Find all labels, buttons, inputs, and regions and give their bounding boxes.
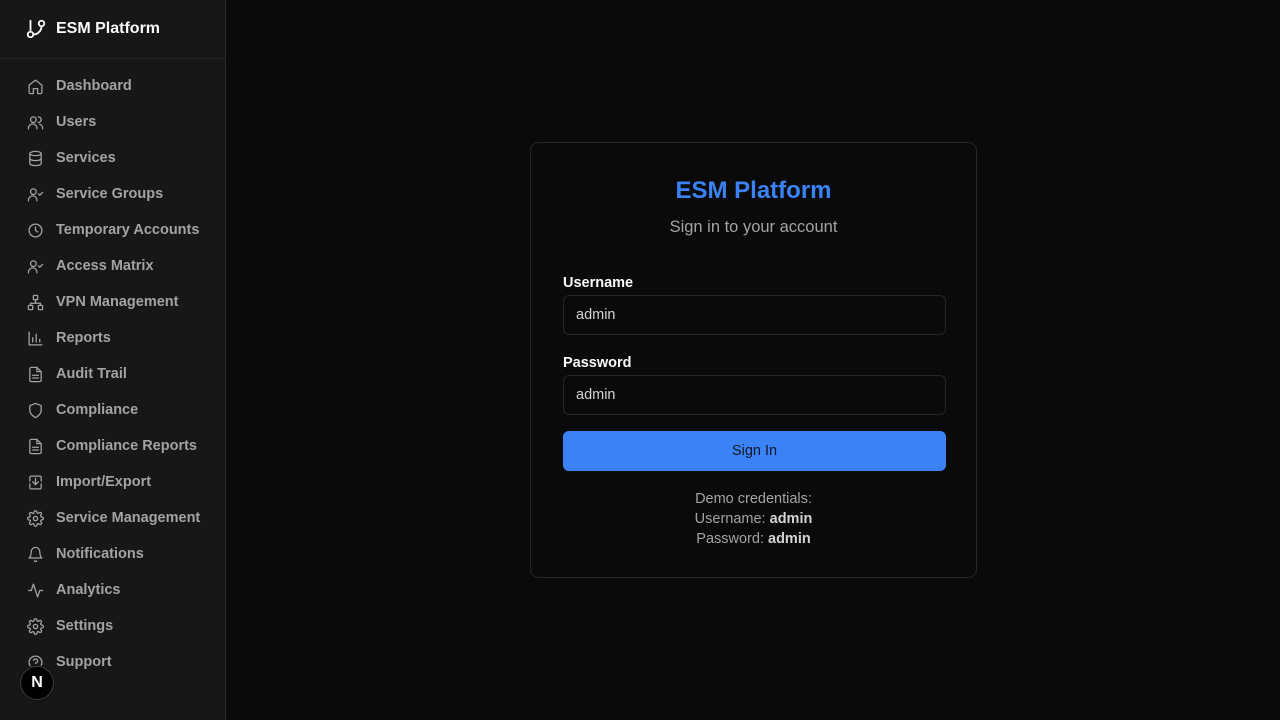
username-field[interactable] [563, 295, 946, 335]
sidebar-item-users[interactable]: Users [0, 104, 225, 140]
home-icon [27, 78, 44, 95]
network-icon [27, 294, 44, 311]
activity-icon [27, 582, 44, 599]
sidebar-item-label: Audit Trail [56, 366, 127, 382]
password-label: Password [563, 355, 632, 371]
sidebar-item-label: Support [56, 654, 112, 670]
sidebar-item-label: Dashboard [56, 78, 132, 94]
demo-username-value: admin [769, 511, 813, 527]
sidebar-nav: Dashboard Users Services Service Groups [0, 59, 225, 680]
sidebar-item-label: VPN Management [56, 294, 179, 310]
import-icon [27, 474, 44, 491]
sidebar-item-analytics[interactable]: Analytics [0, 572, 225, 608]
sidebar-item-label: Service Management [56, 510, 201, 526]
sidebar-item-compliance[interactable]: Compliance [0, 392, 225, 428]
sidebar: ESM Platform Dashboard Users Services Se… [0, 0, 226, 720]
sidebar-item-access-matrix[interactable]: Access Matrix [0, 248, 225, 284]
sidebar-item-vpn-management[interactable]: VPN Management [0, 284, 225, 320]
shield-icon [27, 402, 44, 419]
gear-icon [27, 509, 44, 527]
user-check-icon [27, 258, 44, 275]
sidebar-item-settings[interactable]: Settings [0, 608, 225, 644]
git-branch-icon [25, 18, 47, 40]
sidebar-item-label: Users [56, 114, 97, 130]
login-title: ESM Platform [675, 177, 832, 204]
demo-credentials: Demo credentials: Username: admin Passwo… [531, 489, 976, 549]
sidebar-item-label: Compliance [56, 402, 139, 418]
sidebar-item-label: Analytics [56, 582, 121, 598]
sidebar-item-service-groups[interactable]: Service Groups [0, 176, 225, 212]
demo-password-label: Password: [696, 531, 764, 547]
username-label: Username [563, 275, 634, 291]
sidebar-item-compliance-reports[interactable]: Compliance Reports [0, 428, 225, 464]
demo-username-label: Username: [694, 511, 766, 527]
sidebar-item-label: Import/Export [56, 474, 152, 490]
bar-chart-icon [27, 330, 44, 347]
login-subtitle: Sign in to your account [669, 218, 838, 236]
sidebar-item-label: Service Groups [56, 186, 164, 202]
password-field[interactable] [563, 375, 946, 415]
sidebar-item-label: Compliance Reports [56, 438, 197, 454]
demo-password-line: Password: admin [531, 529, 976, 549]
file-text-icon [27, 438, 44, 455]
sidebar-item-label: Settings [56, 618, 114, 634]
user-check-icon [27, 186, 44, 203]
users-icon [27, 114, 44, 131]
sidebar-item-reports[interactable]: Reports [0, 320, 225, 356]
sidebar-item-label: Notifications [56, 546, 144, 562]
sidebar-item-audit-trail[interactable]: Audit Trail [0, 356, 225, 392]
sidebar-item-dashboard[interactable]: Dashboard [0, 68, 225, 104]
demo-heading: Demo credentials: [695, 491, 812, 507]
bell-icon [27, 546, 44, 563]
sign-in-button[interactable]: Sign In [563, 431, 946, 471]
sidebar-item-services[interactable]: Services [0, 140, 225, 176]
sidebar-item-notifications[interactable]: Notifications [0, 536, 225, 572]
sidebar-item-label: Access Matrix [56, 258, 154, 274]
sidebar-item-temporary-accounts[interactable]: Temporary Accounts [0, 212, 225, 248]
sidebar-item-label: Temporary Accounts [56, 222, 200, 238]
dev-tools-badge[interactable]: N [20, 666, 54, 700]
gear-icon [27, 617, 44, 635]
dev-tools-badge-label: N [31, 674, 43, 691]
file-text-icon [27, 366, 44, 383]
brand[interactable]: ESM Platform [0, 0, 225, 59]
brand-title: ESM Platform [56, 20, 161, 37]
login-card: ESM Platform Sign in to your account Use… [530, 142, 977, 578]
sidebar-item-service-management[interactable]: Service Management [0, 500, 225, 536]
sidebar-item-label: Reports [56, 330, 111, 346]
sidebar-item-import-export[interactable]: Import/Export [0, 464, 225, 500]
demo-username-line: Username: admin [531, 509, 976, 529]
database-icon [27, 150, 44, 167]
clock-icon [27, 222, 44, 239]
app-root: ESM Platform Dashboard Users Services Se… [0, 0, 1280, 720]
sidebar-item-label: Services [56, 150, 116, 166]
demo-password-value: admin [768, 531, 811, 547]
